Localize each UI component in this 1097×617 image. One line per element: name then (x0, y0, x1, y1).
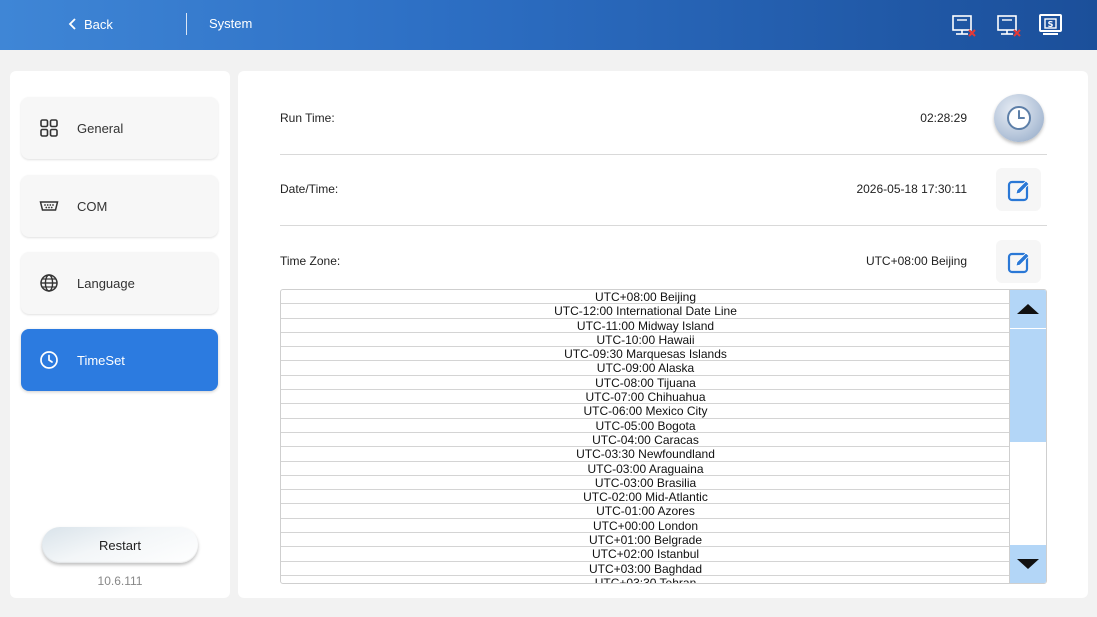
time-zone-option[interactable]: UTC-12:00 International Date Line (281, 304, 1010, 319)
page-title: System (209, 16, 253, 31)
scroll-thumb[interactable] (1010, 329, 1046, 442)
time-zone-option[interactable]: UTC-09:00 Alaska (281, 361, 1010, 376)
sidebar-item-timeset[interactable]: TimeSet (21, 329, 218, 391)
edit-date-time-button[interactable] (996, 168, 1041, 211)
edit-icon (1007, 179, 1030, 201)
date-time-value: 2026-05-18 17:30:11 (856, 182, 967, 196)
time-zone-list[interactable]: UTC+08:00 Beijing UTC-12:00 International… (280, 289, 1047, 584)
time-zone-option[interactable]: UTC+08:00 Beijing (281, 290, 1010, 305)
clock-icon (39, 350, 59, 370)
svg-text:S: S (1048, 20, 1054, 29)
scroll-down-button[interactable] (1010, 545, 1046, 583)
time-zone-option[interactable]: UTC-07:00 Chihuahua (281, 390, 1010, 405)
edit-time-zone-button[interactable] (996, 240, 1041, 283)
time-zone-option[interactable]: UTC-03:30 Newfoundland (281, 447, 1010, 462)
version-label: 10.6.111 (97, 574, 143, 588)
clock-icon (1007, 106, 1031, 130)
globe-icon (39, 273, 59, 293)
back-button[interactable]: Back (68, 14, 113, 34)
time-zone-options: UTC+08:00 Beijing UTC-12:00 International… (281, 290, 1010, 583)
time-zone-label: Time Zone: (280, 254, 341, 268)
sidebar-item-com[interactable]: COM (21, 175, 218, 237)
sidebar: General COM Language TimeSet Restart 10.… (10, 71, 230, 598)
time-zone-option[interactable]: UTC-08:00 Tijuana (281, 376, 1010, 391)
time-zone-value: UTC+08:00 Beijing (865, 254, 967, 268)
header-divider (186, 13, 187, 35)
timeset-panel: Run Time: 02:28:29 Date/Time: 2026-05-18… (238, 71, 1088, 598)
time-zone-option[interactable]: UTC-01:00 Azores (281, 504, 1010, 519)
time-zone-option[interactable]: UTC-03:00 Araguaina (281, 462, 1010, 476)
time-zone-option[interactable]: UTC-03:00 Brasilia (281, 476, 1010, 491)
time-zone-option[interactable]: UTC-10:00 Hawaii (281, 333, 1010, 348)
time-zone-option[interactable]: UTC-05:00 Bogota (281, 419, 1010, 433)
sidebar-item-label: TimeSet (77, 352, 125, 368)
date-time-label: Date/Time: (280, 182, 339, 196)
run-time-value: 02:28:29 (920, 111, 967, 125)
divider (280, 154, 1047, 155)
sidebar-item-label: Language (77, 275, 135, 291)
time-zone-option[interactable]: UTC-06:00 Mexico City (281, 404, 1010, 419)
top-bar: Back System S (0, 0, 1097, 50)
time-zone-option[interactable]: UTC-02:00 Mid-Atlantic (281, 490, 1010, 505)
network-disconnected-icon[interactable] (996, 13, 1022, 37)
run-time-label: Run Time: (280, 111, 335, 125)
back-label: Back (84, 16, 113, 32)
time-zone-option[interactable]: UTC-11:00 Midway Island (281, 319, 1010, 333)
sidebar-item-language[interactable]: Language (21, 252, 218, 314)
serial-port-icon (39, 196, 59, 216)
network-disconnected-icon[interactable] (951, 13, 977, 37)
grid-icon (39, 118, 59, 138)
scroll-up-button[interactable] (1010, 290, 1046, 328)
time-zone-option[interactable]: UTC+00:00 London (281, 519, 1010, 534)
remote-screen-icon[interactable]: S (1038, 13, 1064, 37)
clock-button[interactable] (994, 94, 1044, 142)
time-zone-option[interactable]: UTC+03:30 Tehran (281, 576, 1010, 583)
divider (280, 225, 1047, 226)
time-zone-option[interactable]: UTC+02:00 Istanbul (281, 547, 1010, 562)
chevron-left-icon (68, 18, 76, 30)
time-zone-option[interactable]: UTC-04:00 Caracas (281, 433, 1010, 448)
restart-button[interactable]: Restart (42, 527, 198, 563)
sidebar-item-label: COM (77, 198, 108, 214)
sidebar-item-label: General (77, 120, 124, 136)
triangle-down-icon (1017, 559, 1039, 569)
scrollbar[interactable] (1009, 290, 1046, 583)
triangle-up-icon (1017, 304, 1039, 314)
time-zone-option[interactable]: UTC+01:00 Belgrade (281, 533, 1010, 548)
sidebar-item-general[interactable]: General (21, 97, 218, 159)
edit-icon (1007, 251, 1030, 273)
time-zone-option[interactable]: UTC+03:00 Baghdad (281, 562, 1010, 576)
time-zone-option[interactable]: UTC-09:30 Marquesas Islands (281, 347, 1010, 362)
